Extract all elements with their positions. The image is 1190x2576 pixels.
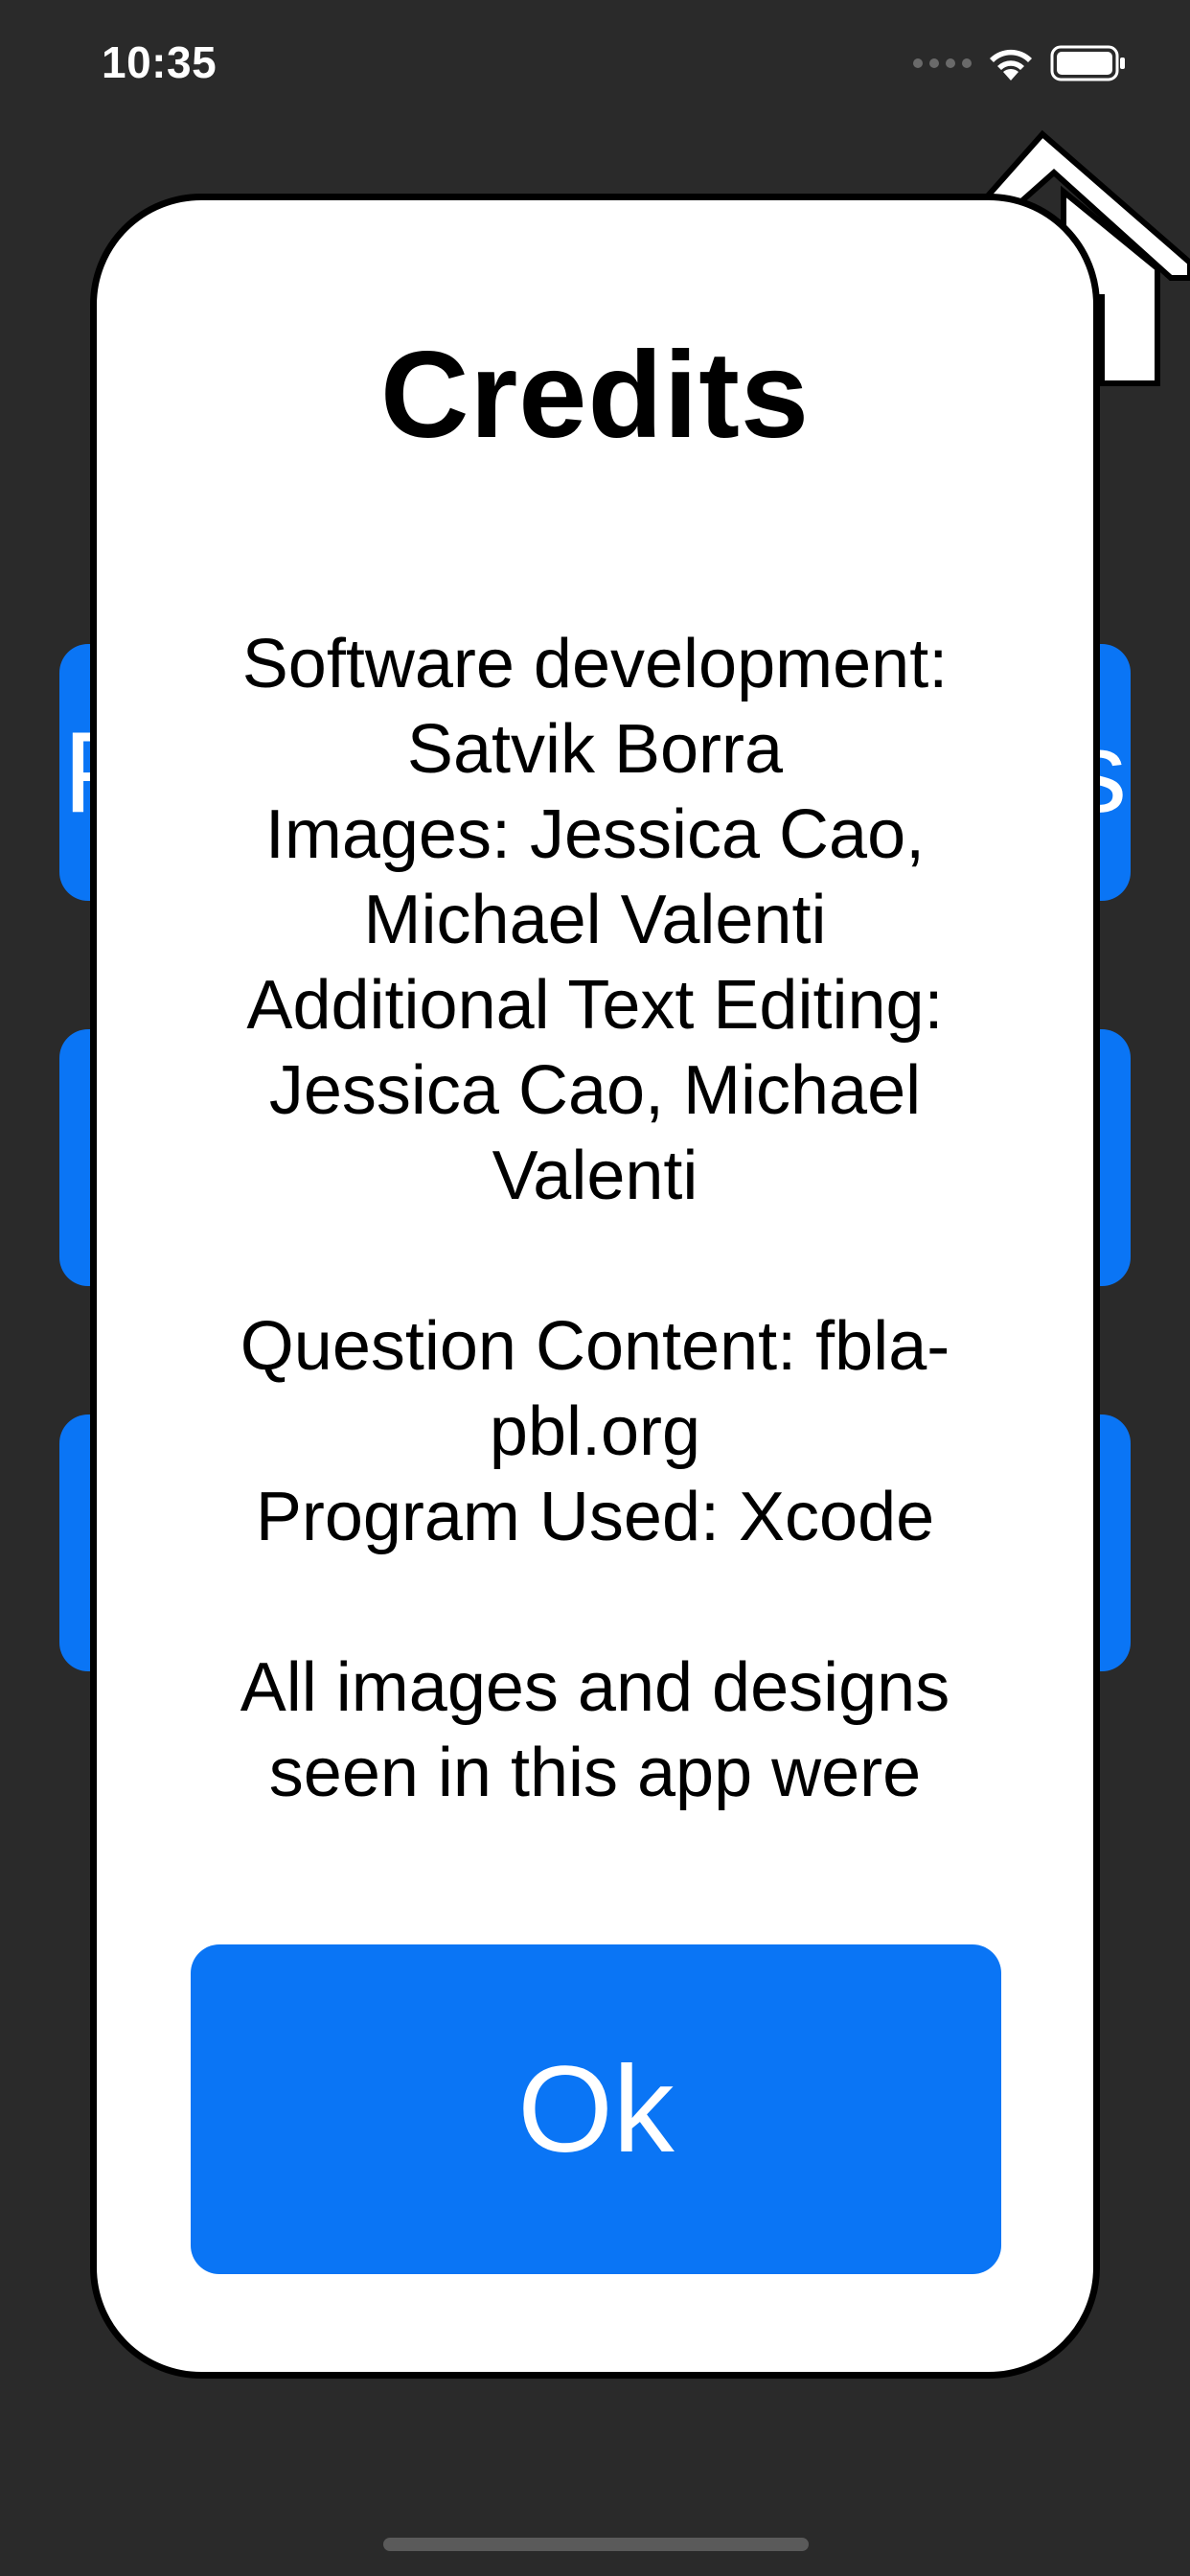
dialog-title: Credits [380,327,810,464]
status-time: 10:35 [102,37,217,87]
status-icons [913,42,1127,84]
cellular-signal-icon [913,58,972,68]
battery-icon [1050,45,1125,81]
credits-text: Software development: Satvik Borra Image… [240,626,950,1811]
wifi-icon [990,49,1032,80]
credits-text-scroll-area[interactable]: Software development: Satvik Borra Image… [164,622,1026,1820]
credits-dialog: Credits Software development: Satvik Bor… [90,194,1100,2379]
ok-button[interactable]: Ok [191,1944,1001,2274]
home-indicator[interactable] [383,2538,809,2551]
